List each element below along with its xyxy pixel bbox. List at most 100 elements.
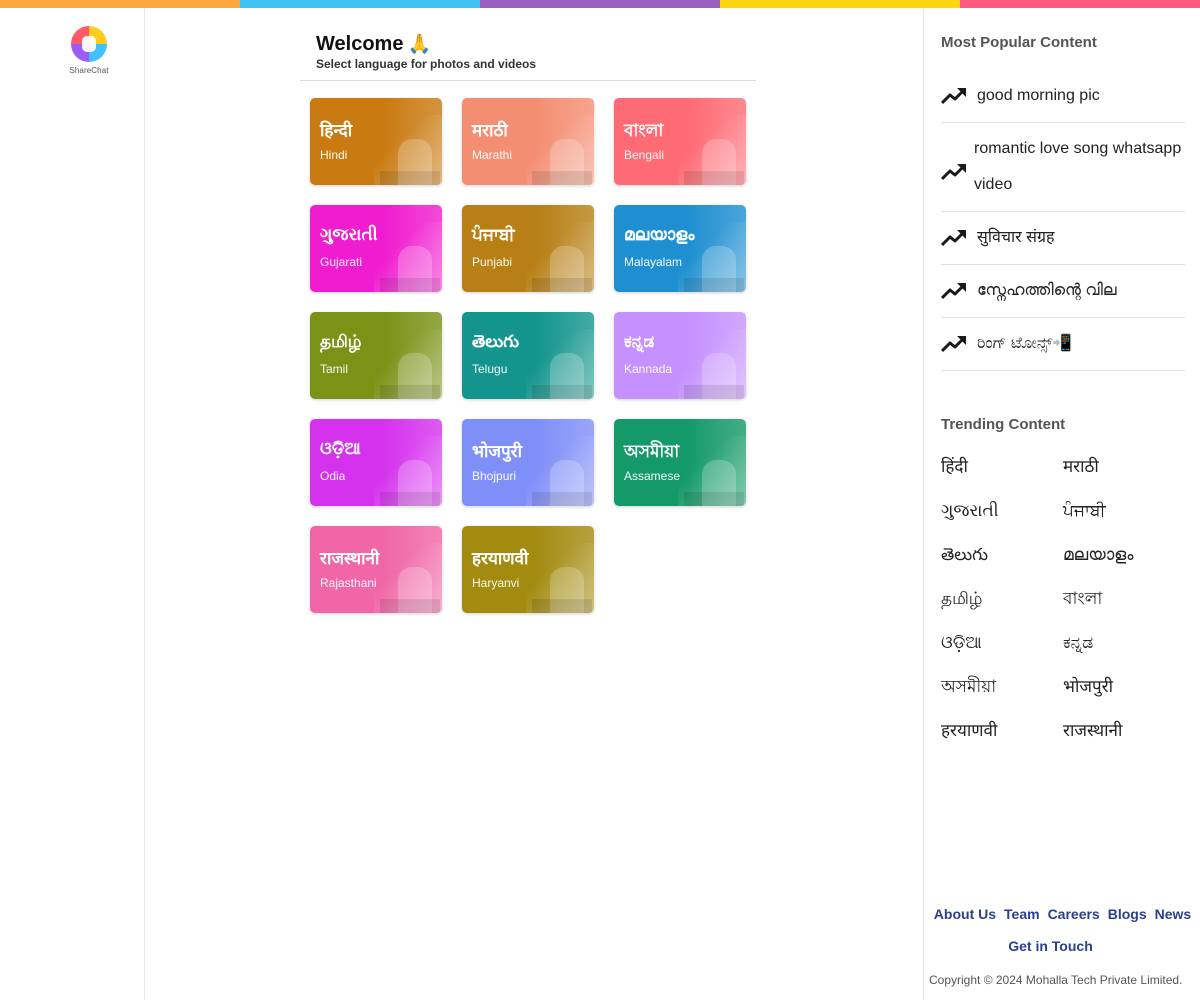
landmark-illustration-icon (678, 115, 746, 185)
language-native-name: മലയാളം (624, 225, 695, 244)
popular-list: good morning pic romantic love song whats… (940, 70, 1185, 371)
language-english-name: Odia (320, 469, 346, 483)
language-card-kannada[interactable]: ಕನ್ನಡ Kannada (614, 312, 746, 399)
top-color-segment (0, 0, 240, 8)
logo-text: ShareChat (69, 66, 109, 75)
left-sidebar: ShareChat (0, 8, 145, 1000)
trending-up-icon (940, 86, 967, 106)
language-native-name: ଓଡ଼ିଆ (320, 439, 361, 458)
top-color-segment (240, 0, 480, 8)
trending-language-link[interactable]: தமிழ் (941, 586, 1063, 630)
trending-language-link[interactable]: తెలుగు (941, 542, 1063, 586)
popular-item-label: good morning pic (977, 87, 1100, 104)
language-native-name: தமிழ் (320, 332, 362, 351)
language-english-name: Gujarati (320, 255, 363, 269)
trending-language-link[interactable]: ಕನ್ನಡ (1063, 630, 1185, 674)
footer-link-news[interactable]: News (1155, 906, 1192, 922)
trending-language-link[interactable]: ଓଡ଼ିଆ (941, 630, 1063, 674)
language-card-telugu[interactable]: తెలుగు Telugu (462, 312, 594, 399)
landmark-illustration-icon (678, 436, 746, 506)
top-color-segment (960, 0, 1200, 8)
popular-item[interactable]: സ്നേഹത്തിന്റെ വില (940, 265, 1185, 318)
language-native-name: मराठी (472, 121, 508, 140)
language-grid: हिन्दी Hindi मराठी Marathi বাংলা Bengali ગુજરા… (310, 98, 746, 613)
language-native-name: বাংলা (624, 121, 664, 140)
footer-link-careers[interactable]: Careers (1048, 906, 1100, 922)
sharechat-logo-icon (71, 26, 107, 62)
landmark-illustration-icon (374, 436, 442, 506)
language-native-name: हरयाणवी (472, 549, 529, 568)
sharechat-logo[interactable]: ShareChat (66, 26, 112, 75)
popular-title: Most Popular Content (941, 34, 1097, 51)
main-content: Welcome 🙏 Select language for photos and … (145, 8, 923, 1000)
language-native-name: অসমীয়া (624, 442, 680, 461)
language-card-rajasthani[interactable]: राजस्थानी Rajasthani (310, 526, 442, 613)
language-native-name: ગુજરાતી (320, 225, 378, 244)
language-english-name: Malayalam (624, 255, 683, 269)
language-native-name: తెలుగు (472, 332, 519, 351)
language-english-name: Haryanvi (472, 576, 520, 590)
language-english-name: Kannada (624, 362, 673, 376)
welcome-header: Welcome 🙏 Select language for photos and … (300, 28, 756, 81)
language-english-name: Bhojpuri (472, 469, 517, 483)
popular-item[interactable]: ರಿಂಗ್ ಟೋನ್ಸ್📲 (940, 318, 1185, 371)
language-card-hindi[interactable]: हिन्दी Hindi (310, 98, 442, 185)
trending-language-link[interactable]: हरयाणवी (941, 718, 1063, 762)
popular-item-label: सुविचार संग्रह (977, 229, 1055, 246)
trending-language-link[interactable]: ਪੰਜਾਬੀ (1063, 498, 1185, 542)
popular-item[interactable]: good morning pic (940, 70, 1185, 123)
copyright: Copyright © 2024 Mohalla Tech Private Li… (929, 973, 1183, 987)
language-card-punjabi[interactable]: ਪੰਜਾਬੀ Punjabi (462, 205, 594, 292)
language-card-marathi[interactable]: मराठी Marathi (462, 98, 594, 185)
footer-link-team[interactable]: Team (1004, 906, 1040, 922)
right-sidebar: Most Popular Content good morning pic rom… (923, 8, 1200, 1000)
trending-language-link[interactable]: മലയാളം (1063, 542, 1185, 586)
popular-item[interactable]: सुविचार संग्रह (940, 212, 1185, 265)
trending-up-icon (940, 228, 967, 248)
language-native-name: ಕನ್ನಡ (624, 332, 655, 351)
language-card-malayalam[interactable]: മലയാളം Malayalam (614, 205, 746, 292)
language-card-bengali[interactable]: বাংলা Bengali (614, 98, 746, 185)
language-native-name: हिन्दी (320, 121, 353, 140)
language-english-name: Marathi (472, 148, 513, 162)
trending-up-icon (940, 334, 967, 354)
welcome-subtitle: Select language for photos and videos (316, 57, 537, 71)
landmark-illustration-icon (374, 222, 442, 292)
trending-language-link[interactable]: অসমীয়া (941, 674, 1063, 718)
footer-link-about-us[interactable]: About Us (934, 906, 996, 922)
popular-item[interactable]: romantic love song whatsapp video (940, 123, 1185, 212)
welcome-title: Welcome 🙏 (316, 32, 431, 56)
language-card-odia[interactable]: ଓଡ଼ିଆ Odia (310, 419, 442, 506)
trending-language-link[interactable]: भोजपुरी (1063, 674, 1185, 718)
language-english-name: Punjabi (472, 255, 513, 269)
landmark-illustration-icon (374, 115, 442, 185)
language-card-bhojpuri[interactable]: भोजपुरी Bhojpuri (462, 419, 594, 506)
welcome-title-text: Welcome (316, 33, 404, 55)
footer-links: About Us Team Careers Blogs News (924, 906, 1200, 922)
language-card-tamil[interactable]: தமிழ் Tamil (310, 312, 442, 399)
language-card-haryanvi[interactable]: हरयाणवी Haryanvi (462, 526, 594, 613)
language-english-name: Telugu (472, 362, 508, 376)
top-color-bar (0, 0, 1200, 8)
trending-language-link[interactable]: বাংলা (1063, 586, 1185, 630)
language-english-name: Bengali (624, 148, 665, 162)
landmark-illustration-icon (526, 436, 594, 506)
popular-item-label: സ്നേഹത്തിന്റെ വില (977, 282, 1117, 299)
top-color-segment (480, 0, 720, 8)
trending-up-icon (940, 281, 967, 301)
trending-language-link[interactable]: ગુજરાતી (941, 498, 1063, 542)
trending-language-link[interactable]: राजस्थानी (1063, 718, 1185, 762)
language-native-name: भोजपुरी (472, 442, 522, 461)
footer-link-blogs[interactable]: Blogs (1108, 906, 1147, 922)
trending-language-link[interactable]: हिंदी (941, 454, 1063, 498)
top-color-segment (720, 0, 960, 8)
trending-language-link[interactable]: मराठी (1063, 454, 1185, 498)
language-card-gujarati[interactable]: ગુજરાતી Gujarati (310, 205, 442, 292)
get-in-touch-link[interactable]: Get in Touch (924, 938, 1177, 954)
landmark-illustration-icon (678, 329, 746, 399)
language-english-name: Assamese (624, 469, 681, 483)
language-native-name: ਪੰਜਾਬੀ (472, 225, 515, 244)
popular-item-label: ರಿಂಗ್ ಟೋನ್ಸ್📲 (977, 335, 1073, 352)
language-english-name: Tamil (320, 362, 349, 376)
language-card-assamese[interactable]: অসমীয়া Assamese (614, 419, 746, 506)
